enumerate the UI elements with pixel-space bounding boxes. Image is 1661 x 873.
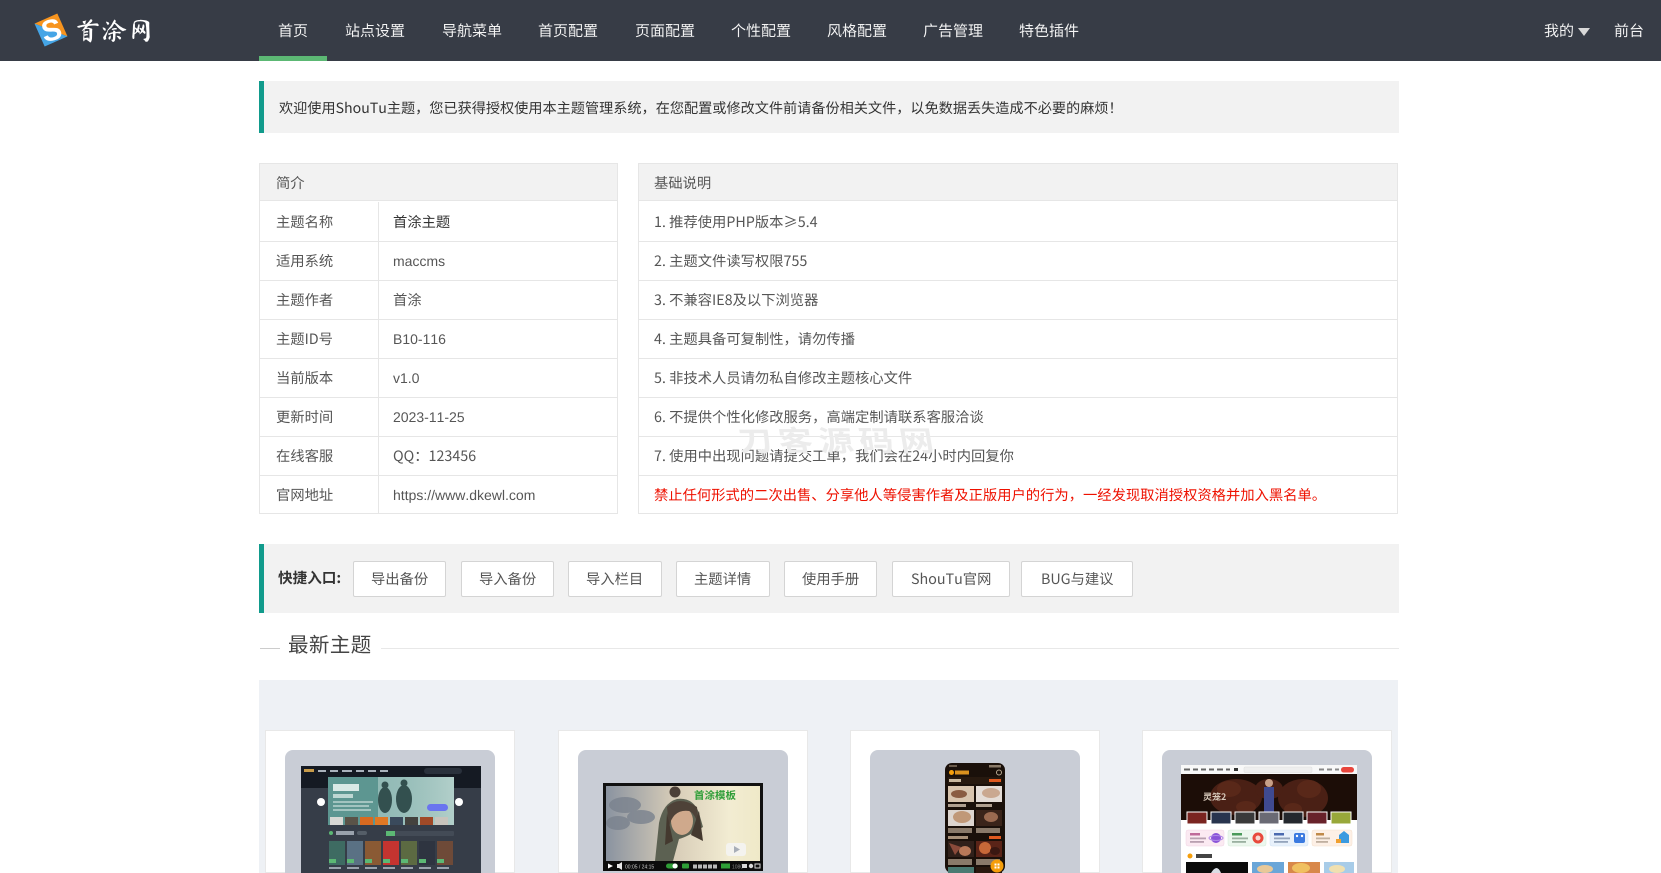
svg-text:00:05 / 24:15: 00:05 / 24:15 <box>625 865 654 871</box>
svg-text:S: S <box>38 12 65 49</box>
svg-text:1080: 1080 <box>732 865 743 871</box>
